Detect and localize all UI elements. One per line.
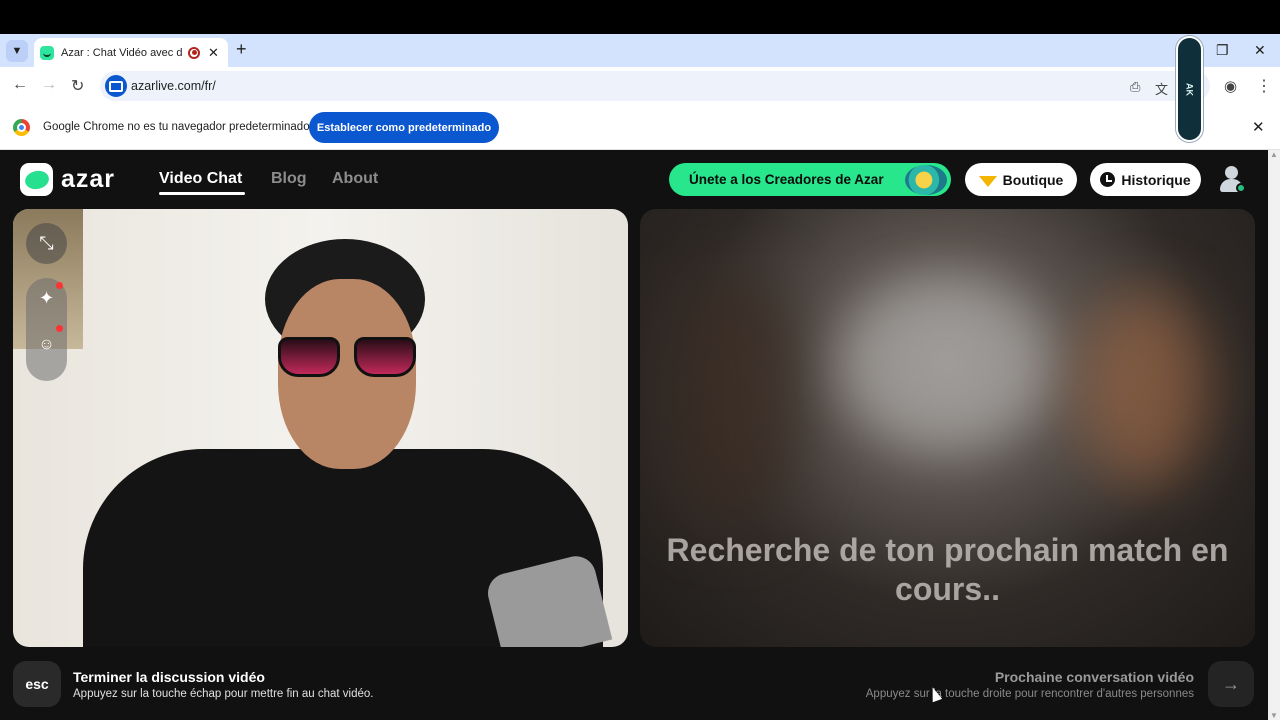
searching-match-text: Recherche de ton prochain match en cours… <box>666 532 1229 607</box>
sunglasses <box>278 337 418 381</box>
azar-logo[interactable]: azar <box>20 163 115 196</box>
active-nav-indicator <box>159 192 245 195</box>
join-creators-button[interactable]: Únete a los Creadores de Azar <box>669 163 951 196</box>
browser-toolbar: ← → ↻ azarlive.com/fr/ ⎙ 文 ◉ ⋮ <box>0 67 1280 105</box>
tab-title: Azar : Chat Vidéo avec de n <box>61 46 183 59</box>
next-arrow-button[interactable]: → <box>1208 661 1254 707</box>
effects-notification-dot <box>56 282 63 289</box>
nav-about[interactable]: About <box>332 170 378 188</box>
close-tab-icon[interactable]: ✕ <box>208 45 219 61</box>
video-side-tools: ⤡ ✦ ☺ <box>26 223 67 383</box>
restore-window-icon[interactable]: ❐ <box>1216 42 1229 59</box>
next-chat-hint: Appuyez sur la touche droite pour rencon… <box>865 688 1194 700</box>
end-chat-hint: Appuyez sur la touche échap pour mettre … <box>73 688 374 700</box>
clock-icon <box>1100 172 1116 187</box>
translate-icon[interactable]: 文 <box>1155 79 1168 98</box>
reload-button[interactable]: ↻ <box>71 76 84 96</box>
next-chat-title: Prochaine conversation vidéo <box>994 669 1194 685</box>
gem-icon <box>978 176 997 187</box>
browser-tab[interactable]: Azar : Chat Vidéo avec de n ✕ <box>34 38 228 67</box>
historique-button[interactable]: Historique <box>1090 163 1201 196</box>
url-text[interactable]: azarlive.com/fr/ <box>131 79 216 93</box>
infobar-message: Google Chrome no es tu navegador predete… <box>43 121 310 133</box>
channel-badge-logo: AK <box>1176 36 1203 142</box>
camera-site-icon[interactable] <box>105 75 127 97</box>
install-app-icon[interactable]: ⎙ <box>1130 79 1140 95</box>
recording-icon <box>188 46 200 59</box>
address-bar[interactable]: azarlive.com/fr/ ⎙ 文 <box>100 71 1210 101</box>
azar-page: azar Video Chat Blog About Únete a los C… <box>0 150 1280 720</box>
new-tab-button[interactable]: + <box>236 39 247 60</box>
effects-tool-stack: ✦ ☺ <box>26 278 67 381</box>
end-chat-title: Terminer la discussion vidéo <box>73 669 265 685</box>
chevron-down-icon[interactable]: ▼ <box>6 40 28 62</box>
page-scrollbar[interactable] <box>1268 150 1280 720</box>
partner-video-feed: Recherche de ton prochain match en cours… <box>640 209 1255 647</box>
azar-logo-icon <box>20 163 53 196</box>
screen-top-bar <box>0 0 1280 34</box>
self-video-feed <box>13 209 628 647</box>
creators-label: Únete a los Creadores de Azar <box>689 172 884 187</box>
user-avatar-icon[interactable] <box>1217 164 1247 194</box>
forward-button[interactable]: → <box>41 76 57 94</box>
azar-wordmark: azar <box>61 165 116 193</box>
browser-tab-bar: ▼ Azar : Chat Vidéo avec de n ✕ + ❐ ✕ <box>0 34 1280 67</box>
infobar-close-icon[interactable]: ✕ <box>1252 118 1265 136</box>
creators-illustration-icon <box>905 165 947 195</box>
menu-icon[interactable]: ⋮ <box>1256 76 1272 96</box>
set-default-button[interactable]: Establecer como predeterminado <box>309 112 499 143</box>
filter-notification-dot <box>56 325 63 332</box>
default-browser-infobar: Google Chrome no es tu navegador predete… <box>0 105 1280 150</box>
profile-icon[interactable]: ◉ <box>1224 77 1237 95</box>
nav-video-chat[interactable]: Video Chat <box>159 170 242 188</box>
boutique-button[interactable]: Boutique <box>965 163 1077 196</box>
boutique-label: Boutique <box>1002 171 1064 188</box>
close-window-icon[interactable]: ✕ <box>1254 42 1266 59</box>
nav-blog[interactable]: Blog <box>271 170 307 188</box>
historique-label: Historique <box>1121 171 1191 188</box>
minimize-video-icon[interactable]: ⤡ <box>26 223 67 264</box>
azar-favicon-icon <box>40 45 54 60</box>
back-button[interactable]: ← <box>12 76 28 94</box>
chrome-logo-icon <box>13 119 30 136</box>
esc-key-button[interactable]: esc <box>13 661 61 707</box>
